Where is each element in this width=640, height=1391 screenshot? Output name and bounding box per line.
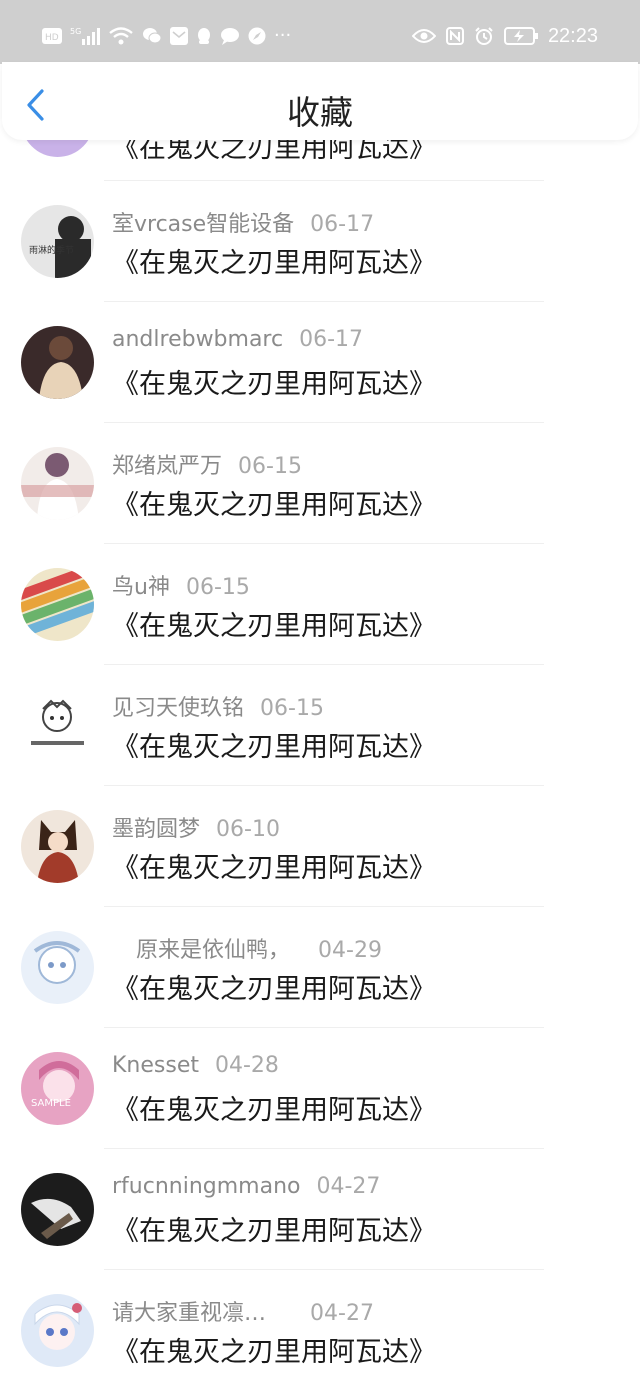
avatar[interactable] xyxy=(21,689,94,762)
post-date: 06-17 xyxy=(299,327,364,352)
list-item[interactable]: 见习天使玖铭 06-15 《在鬼灭之刃里用阿瓦达》 xyxy=(0,665,640,786)
post-date: 06-15 xyxy=(260,696,324,721)
list-item[interactable]: 鸟u神 06-15 《在鬼灭之刃里用阿瓦达》 xyxy=(0,544,640,665)
avatar[interactable] xyxy=(21,931,94,1004)
status-bar: HD 5G ··· 22:23 xyxy=(0,0,640,64)
qq-icon xyxy=(198,28,210,44)
status-time: 22:23 xyxy=(547,24,598,47)
nfc-icon xyxy=(445,27,464,45)
mail-icon xyxy=(170,27,188,45)
post-date: 04-27 xyxy=(316,1174,381,1199)
status-left-icons: HD 5G ··· xyxy=(42,24,291,48)
svg-text:5G: 5G xyxy=(70,27,81,36)
message-text[interactable]: 《在鬼灭之刃里用阿瓦达》 xyxy=(112,725,436,764)
list-item[interactable]: SAMPLE Knesset 04-28 《在鬼灭之刃里用阿瓦达》 xyxy=(0,1028,640,1149)
compass-icon xyxy=(248,27,266,45)
user-name[interactable]: 请大家重视凛… xyxy=(112,1301,266,1326)
list-item[interactable]: andlrebwbmarc 06-17 《在鬼灭之刃里用阿瓦达》 xyxy=(0,302,640,423)
wifi-icon xyxy=(109,27,133,45)
wechat-icon xyxy=(143,28,162,44)
user-name[interactable]: 室vrcase智能设备 xyxy=(112,212,294,237)
post-date: 04-29 xyxy=(318,938,382,963)
chat-icon xyxy=(221,28,239,45)
avatar[interactable] xyxy=(21,810,94,883)
svg-text:雨淋的季节: 雨淋的季节 xyxy=(29,244,74,256)
list-item[interactable]: 墨韵圆梦 06-10 《在鬼灭之刃里用阿瓦达》 xyxy=(0,786,640,907)
user-name[interactable]: 郑绪岚严万 xyxy=(112,454,222,479)
avatar[interactable] xyxy=(21,1294,94,1367)
battery-charging-icon xyxy=(503,27,538,45)
svg-text:HD: HD xyxy=(45,33,59,43)
message-text[interactable]: 《在鬼灭之刃里用阿瓦达》 xyxy=(112,1209,436,1248)
more-icon: ··· xyxy=(274,25,292,46)
list-item[interactable]: 请大家重视凛… 04-27 《在鬼灭之刃里用阿瓦达》 xyxy=(0,1270,640,1391)
page-title: 收藏 xyxy=(287,93,353,132)
avatar[interactable]: 雨淋的季节 xyxy=(21,205,94,278)
signal-5g-icon: 5G xyxy=(70,27,100,45)
status-right-icons: 22:23 xyxy=(411,22,598,50)
post-date: 06-17 xyxy=(310,212,375,237)
post-date: 06-15 xyxy=(238,454,302,479)
post-date: 06-10 xyxy=(216,817,280,842)
user-name[interactable]: rfucnningmmano xyxy=(112,1174,300,1199)
list-item[interactable]: 雨淋的季节 室vrcase智能设备 06-17 《在鬼灭之刃里用阿瓦达》 xyxy=(0,181,640,302)
post-date: 04-28 xyxy=(215,1053,279,1078)
message-text[interactable]: 《在鬼灭之刃里用阿瓦达》 xyxy=(112,967,436,1006)
list-item[interactable]: rfucnningmmano 04-27 《在鬼灭之刃里用阿瓦达》 xyxy=(0,1149,640,1270)
hd-icon: HD xyxy=(42,28,62,44)
user-name[interactable]: andlrebwbmarc xyxy=(112,327,283,352)
user-name[interactable]: 鸟u神 xyxy=(112,575,170,600)
avatar[interactable] xyxy=(21,1173,94,1246)
eye-icon xyxy=(411,29,436,43)
message-text[interactable]: 《在鬼灭之刃里用阿瓦达》 xyxy=(112,846,436,885)
post-date: 06-15 xyxy=(185,575,250,600)
list-item[interactable]: 郑绪岚严万 06-15 《在鬼灭之刃里用阿瓦达》 xyxy=(0,423,640,544)
avatar[interactable] xyxy=(21,326,94,399)
alarm-icon xyxy=(475,27,493,45)
message-text[interactable]: 《在鬼灭之刃里用阿瓦达》 xyxy=(112,362,436,401)
user-name[interactable]: 见习天使玖铭 xyxy=(112,696,244,721)
svg-text:SAMPLE: SAMPLE xyxy=(31,1098,71,1109)
user-name[interactable]: 原来是依仙鸭， xyxy=(136,938,290,963)
user-name[interactable]: 墨韵圆梦 xyxy=(112,817,200,842)
user-name[interactable]: Knesset xyxy=(112,1053,199,1078)
list-item[interactable]: 原来是依仙鸭， 04-29 《在鬼灭之刃里用阿瓦达》 xyxy=(0,907,640,1028)
message-text[interactable]: 《在鬼灭之刃里用阿瓦达》 xyxy=(112,604,436,643)
header-bar: 收藏 xyxy=(2,62,638,140)
avatar[interactable]: SAMPLE xyxy=(21,1052,94,1125)
message-text[interactable]: 《在鬼灭之刃里用阿瓦达》 xyxy=(112,241,436,280)
avatar[interactable] xyxy=(21,568,94,641)
message-text[interactable]: 《在鬼灭之刃里用阿瓦达》 xyxy=(112,1330,436,1369)
avatar[interactable] xyxy=(21,447,94,520)
post-date: 04-27 xyxy=(310,1301,374,1326)
message-text[interactable]: 《在鬼灭之刃里用阿瓦达》 xyxy=(112,1088,436,1127)
message-text[interactable]: 《在鬼灭之刃里用阿瓦达》 xyxy=(112,483,436,522)
